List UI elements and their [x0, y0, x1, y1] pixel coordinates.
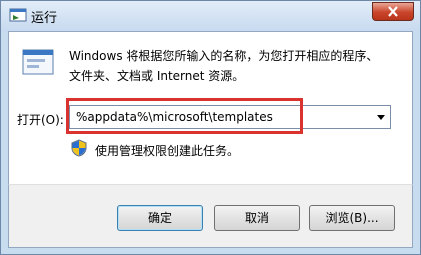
run-icon	[9, 7, 27, 23]
button-bar: 确定 取消 浏览(B)...	[8, 184, 413, 248]
uac-shield-icon	[71, 139, 87, 157]
close-button[interactable]	[372, 2, 414, 21]
run-dialog: 运行 Windows 将根据您所输入的名称，为您打开相应的程序、 文件夹、文档或…	[0, 0, 421, 255]
open-label: 打开(O):	[17, 113, 64, 127]
description-text: Windows 将根据您所输入的名称，为您打开相应的程序、 文件夹、文档或 In…	[69, 46, 409, 86]
admin-notice-text: 使用管理权限创建此任务。	[95, 144, 240, 158]
title-bar[interactable]: 运行	[1, 1, 420, 31]
open-combobox[interactable]: %appdata%\microsoft\templates	[69, 105, 391, 129]
cancel-button[interactable]: 取消	[214, 205, 300, 231]
close-icon	[388, 6, 398, 17]
open-input[interactable]: %appdata%\microsoft\templates	[76, 110, 273, 124]
description-line-2: 文件夹、文档或 Internet 资源。	[69, 69, 245, 83]
chevron-down-icon	[377, 115, 385, 120]
run-program-icon	[21, 47, 55, 77]
ok-button[interactable]: 确定	[117, 205, 203, 231]
window-title: 运行	[31, 11, 58, 26]
dropdown-button[interactable]	[372, 106, 390, 128]
browse-button[interactable]: 浏览(B)...	[309, 205, 395, 231]
description-line-1: Windows 将根据您所输入的名称，为您打开相应的程序、	[69, 49, 379, 63]
